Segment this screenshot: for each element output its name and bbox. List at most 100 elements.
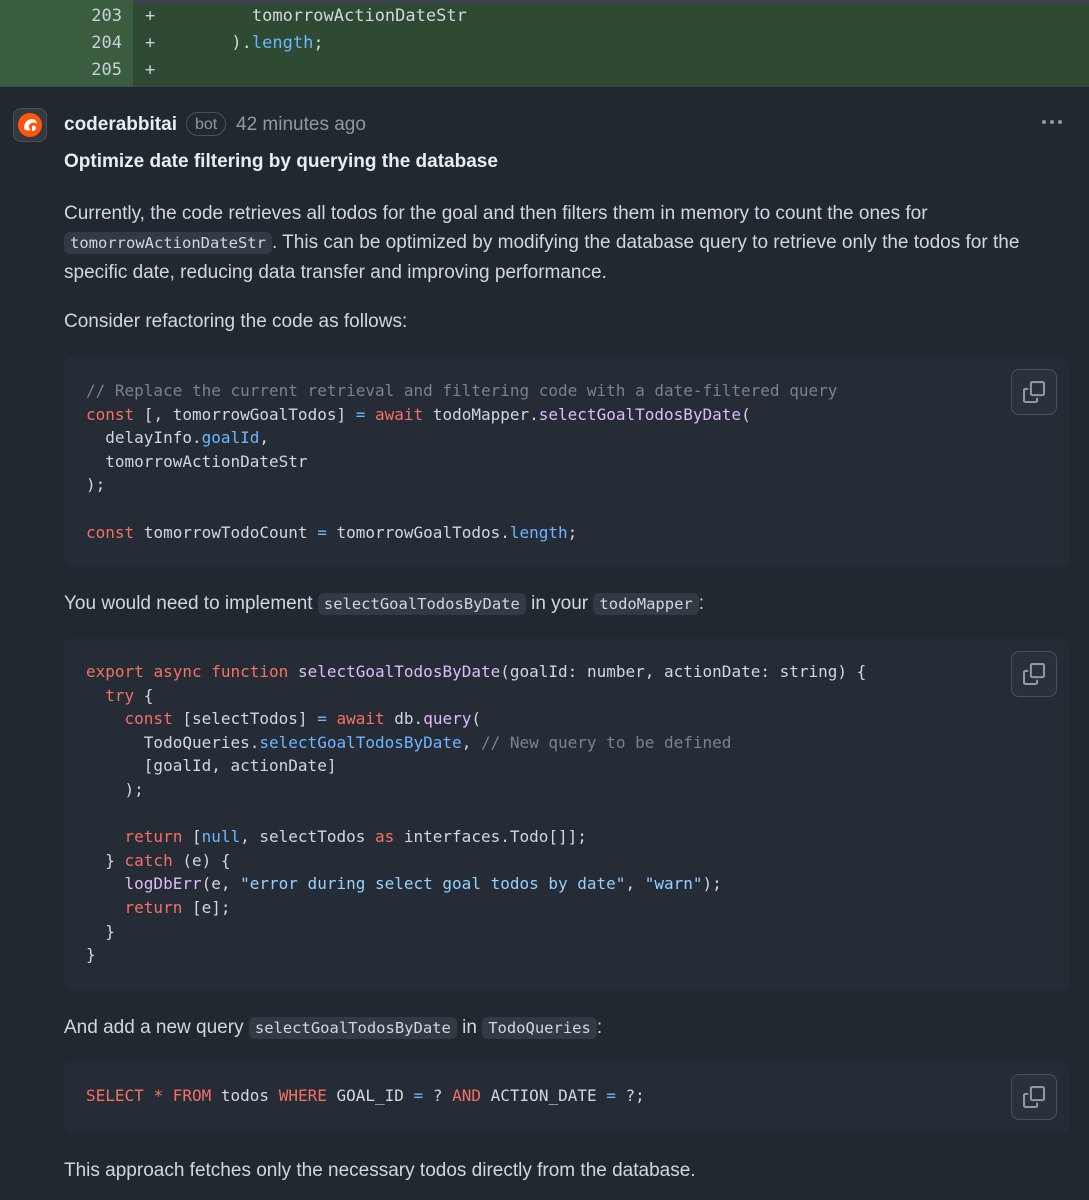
code-token: await <box>365 404 424 424</box>
paragraph-text: in <box>456 1017 483 1038</box>
code-token: , <box>259 428 270 448</box>
diff-row: 203 + tomorrowActionDateStr <box>0 3 1089 30</box>
code-token: goalId <box>201 428 260 448</box>
code-token: return <box>124 897 183 917</box>
code-content: // Replace the current retrieval and fil… <box>86 379 837 544</box>
diff-plus-sign: + <box>145 60 156 80</box>
comment-author[interactable]: coderabbitai <box>64 112 177 138</box>
code-token: todoMapper. <box>423 404 539 424</box>
code-token: interfaces.Todo[]]; <box>394 827 587 847</box>
code-token: (goalId: number, actionDate: string) { <box>500 662 867 681</box>
code-token: ( <box>741 404 751 424</box>
comment-timestamp[interactable]: 42 minutes ago <box>236 112 366 138</box>
code-token: [goalId, actionDate] <box>86 756 337 776</box>
line-number[interactable]: 205 <box>60 57 122 84</box>
code-token: ; <box>313 33 324 53</box>
code-token: { <box>134 685 154 705</box>
diff-hunk: 203 + tomorrowActionDateStr 204 + ).leng… <box>0 0 1089 87</box>
paragraph-text: in your <box>525 593 594 614</box>
code-token: = <box>413 1086 424 1105</box>
comment-paragraph: You would need to implement selectGoalTo… <box>64 589 1064 619</box>
inline-code: TodoQueries <box>482 1017 597 1039</box>
diff-plus-sign: + <box>145 6 156 26</box>
code-token: , selectTodos <box>240 827 375 847</box>
code-token: } <box>86 921 115 941</box>
code-block: export async function selectGoalTodosByD… <box>64 639 1069 990</box>
comment-paragraph: And add a new query selectGoalTodosByDat… <box>64 1013 1064 1043</box>
code-token: db. <box>384 709 424 729</box>
diff-plus-sign: + <box>145 33 156 53</box>
inline-code: todoMapper <box>593 593 699 615</box>
copy-code-button[interactable] <box>1011 651 1057 697</box>
code-token: async <box>153 662 202 681</box>
code-token: (e) { <box>172 850 231 870</box>
code-token: length <box>251 33 314 53</box>
code-token: [e]; <box>182 897 231 917</box>
code-token: catch <box>124 850 173 870</box>
code-token: FROM <box>172 1086 212 1105</box>
code-token: ?; <box>615 1086 645 1105</box>
code-token: (e, <box>201 874 241 894</box>
code-token: } <box>86 850 125 870</box>
line-number[interactable]: 204 <box>60 30 122 57</box>
code-token: = <box>317 709 327 729</box>
code-token: TodoQueries. <box>86 732 260 752</box>
code-block: // Replace the current retrieval and fil… <box>64 357 1069 566</box>
diff-code: ).length; <box>170 30 324 57</box>
code-token: try <box>105 685 135 705</box>
comment-options-button[interactable] <box>1040 114 1064 134</box>
code-token: selectGoalTodosByDate <box>259 732 462 752</box>
copy-icon <box>1023 663 1045 685</box>
code-token: } <box>86 945 96 965</box>
code-token: ; <box>567 522 578 542</box>
code-content: SELECT * FROM todos WHERE GOAL_ID = ? AN… <box>86 1084 645 1108</box>
code-token: todos <box>211 1086 279 1105</box>
bot-badge: bot <box>186 112 227 136</box>
code-token: = <box>317 522 327 542</box>
code-token: ); <box>86 779 144 799</box>
kebab-horizontal-icon <box>1042 120 1062 124</box>
code-token: [, tomorrowGoalTodos] <box>134 404 356 424</box>
code-token: ( <box>471 709 481 729</box>
paragraph-text: You would need to implement <box>64 593 318 614</box>
code-token: ); <box>702 874 722 894</box>
copy-code-button[interactable] <box>1011 1074 1057 1120</box>
code-token: ). <box>170 33 252 53</box>
copy-code-button[interactable] <box>1011 369 1057 415</box>
code-token: const <box>86 404 135 424</box>
code-token: const <box>124 709 173 729</box>
line-number[interactable]: 203 <box>60 3 122 30</box>
code-token: query <box>423 709 472 729</box>
code-token: selectGoalTodosByDate <box>297 662 501 681</box>
avatar[interactable] <box>13 108 47 142</box>
code-token: tomorrowGoalTodos. <box>326 522 510 542</box>
code-token: return <box>124 827 183 847</box>
code-token: [selectTodos] <box>172 709 318 729</box>
code-content: export async function selectGoalTodosByD… <box>86 660 866 967</box>
code-token: const <box>86 522 135 542</box>
comment-title: Optimize date filtering by querying the … <box>64 151 498 172</box>
code-token: = <box>355 404 366 424</box>
copy-icon <box>1023 1086 1045 1108</box>
code-string: "warn" <box>644 874 703 894</box>
paragraph-text: : <box>596 1017 603 1038</box>
code-token: ? <box>423 1086 453 1105</box>
code-token: [ <box>182 827 202 847</box>
code-token: tomorrowTodoCount <box>134 522 318 542</box>
code-token: function <box>211 662 289 681</box>
code-string: "error during select goal todos by date" <box>240 874 626 894</box>
paragraph-text: Currently, the code retrieves all todos … <box>64 203 928 224</box>
inline-code: selectGoalTodosByDate <box>248 1017 457 1039</box>
copy-icon <box>1023 381 1045 403</box>
code-token: * <box>153 1086 164 1105</box>
code-token: null <box>201 827 241 847</box>
code-comment: // New query to be defined <box>480 732 732 752</box>
code-token: = <box>606 1086 616 1105</box>
code-block: SELECT * FROM todos WHERE GOAL_ID = ? AN… <box>64 1062 1069 1133</box>
code-token: ); <box>86 475 106 495</box>
code-token: ACTION_DATE <box>481 1086 607 1105</box>
comment-paragraph: Currently, the code retrieves all todos … <box>64 199 1064 287</box>
code-token: delayInfo. <box>86 428 202 448</box>
code-token: WHERE <box>278 1086 327 1105</box>
inline-code: selectGoalTodosByDate <box>317 593 526 615</box>
